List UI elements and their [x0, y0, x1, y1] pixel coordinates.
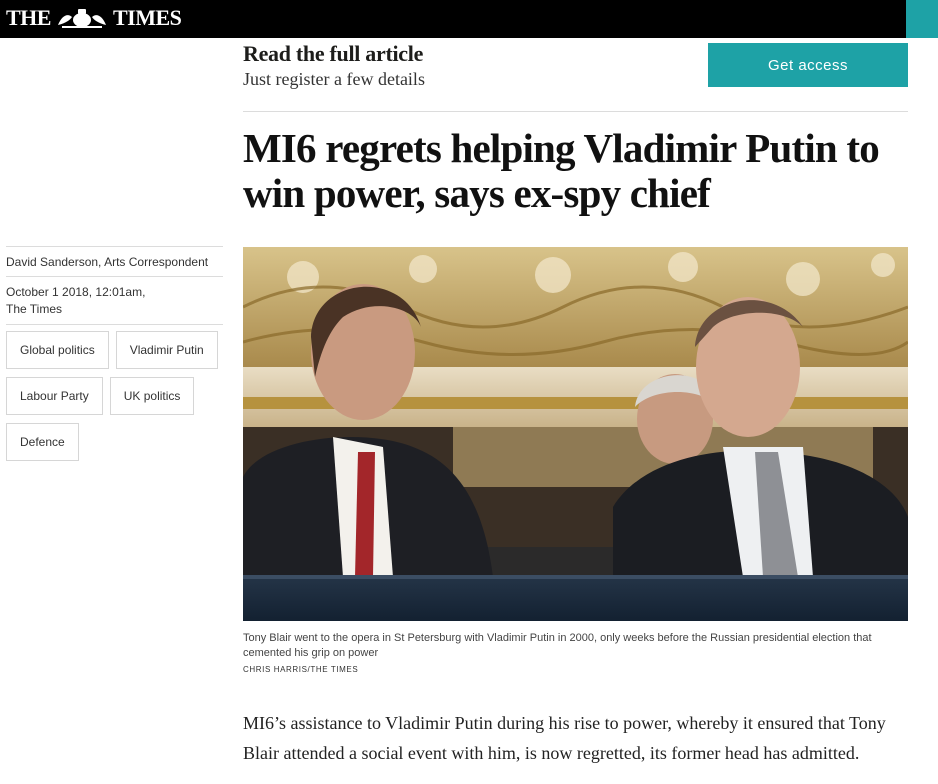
photo-credit: CHRIS HARRIS/THE TIMES	[243, 665, 359, 674]
article-meta-sidebar: David Sanderson, Arts Correspondent Octo…	[6, 246, 223, 461]
tag-global-politics[interactable]: Global politics	[6, 331, 109, 369]
top-bar: THE TIMES	[0, 0, 938, 38]
get-access-button[interactable]: Get access	[708, 43, 908, 87]
publication-name: The Times	[6, 302, 63, 316]
royal-crest-icon	[57, 9, 106, 28]
divider	[6, 324, 223, 325]
tag-vladimir-putin[interactable]: Vladimir Putin	[115, 331, 218, 369]
topbar-accent-block	[906, 0, 938, 38]
article-photo-illustration	[243, 247, 908, 621]
publish-date: October 1 2018, 12:01am, The Times	[6, 277, 223, 324]
site-logo[interactable]: THE TIMES	[6, 5, 182, 31]
date-text: October 1 2018, 12:01am,	[6, 285, 146, 299]
register-subtitle: Just register a few details	[243, 69, 425, 89]
author-byline[interactable]: David Sanderson, Arts Correspondent	[6, 247, 223, 276]
photo-caption: Tony Blair went to the opera in St Peter…	[243, 632, 872, 659]
tag-uk-politics[interactable]: UK politics	[109, 377, 195, 415]
logo-text-times: TIMES	[112, 5, 182, 30]
divider	[243, 111, 908, 112]
article-body-paragraph: MI6’s assistance to Vladimir Putin durin…	[243, 713, 886, 763]
topic-tags: Global politics Vladimir Putin Labour Pa…	[6, 331, 223, 461]
article-headline: MI6 regrets helping Vladimir Putin to wi…	[243, 125, 880, 216]
tag-labour-party[interactable]: Labour Party	[6, 377, 103, 415]
tag-defence[interactable]: Defence	[6, 423, 79, 461]
article-photo	[243, 247, 908, 621]
register-title: Read the full article	[243, 41, 424, 66]
logo-text-the: THE	[6, 5, 51, 30]
